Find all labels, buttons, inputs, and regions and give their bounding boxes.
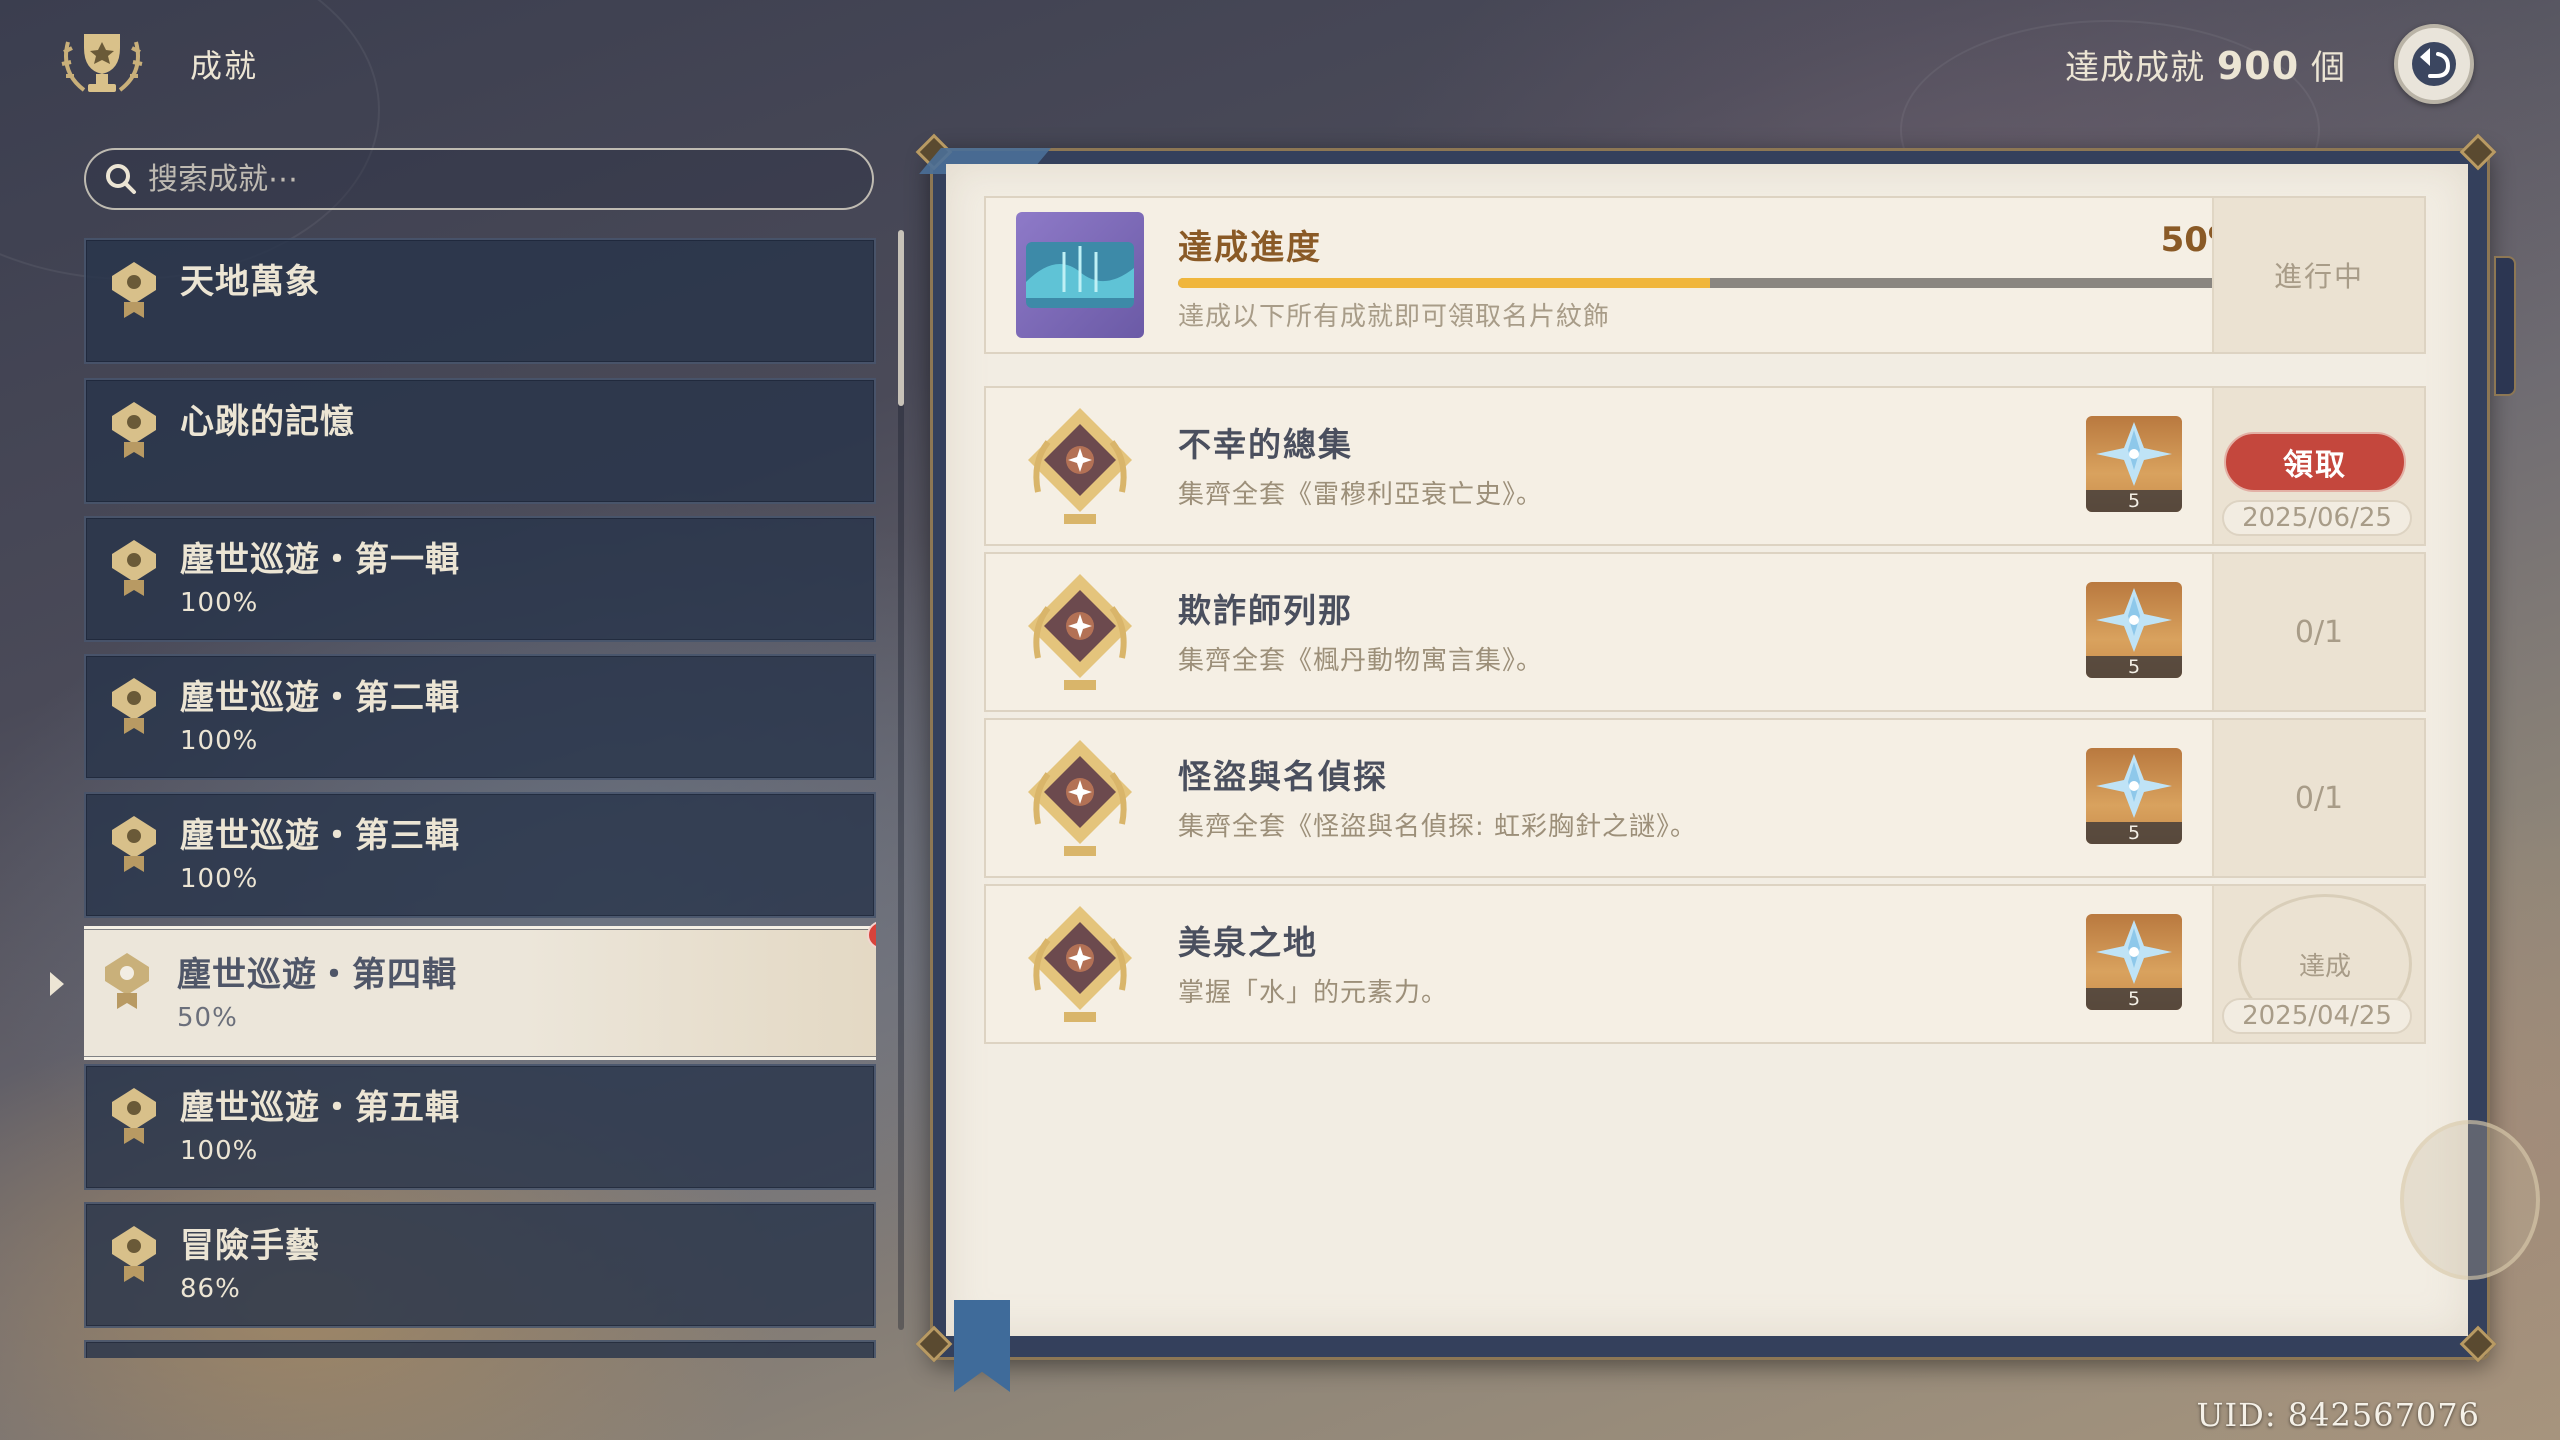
category-item[interactable]: 心跳的記憶 [84,378,876,504]
uid-label: UID: 842567076 [2196,1396,2480,1434]
primogem-icon [2096,920,2172,984]
progress-bar [1178,278,2242,288]
achievement-row: 美泉之地 掌握「水」的元素力。 5 達成 2025/04/25 [984,884,2426,1044]
category-medal-icon [105,953,149,1009]
achievement-row: 欺詐師列那 集齊全套《楓丹動物寓言集》。 5 0/1 [984,552,2426,712]
progress-title: 達成進度 [1178,228,1322,268]
achievement-medal-icon [1028,740,1132,856]
achievement-description: 掌握「水」的元素力。 [1178,978,1449,1008]
category-item-selected[interactable]: 塵世巡遊・第四輯 50% ! [84,921,876,1060]
achievement-medal-icon [1028,574,1132,690]
category-scrollbar-thumb[interactable] [898,230,904,406]
primogem-reward: 5 [2086,748,2182,844]
page-title: 成就 [190,47,259,85]
achievement-progress: 0/1 [2212,554,2424,710]
category-item[interactable]: 塵世巡遊・第一輯 100% [84,516,876,642]
back-button[interactable] [2394,24,2474,104]
category-percent: 86% [180,1274,241,1304]
book-side-tab [2494,256,2516,396]
category-item-partial[interactable] [84,1340,876,1358]
achievement-description: 集齊全套《雷穆利亞衰亡史》。 [1178,480,1544,510]
primogem-icon [2096,588,2172,652]
reward-quantity: 5 [2086,822,2182,844]
category-medal-icon [112,262,156,318]
page-header: 成就 [50,14,258,114]
claim-button[interactable]: 領取 [2224,432,2406,492]
category-item[interactable]: 塵世巡遊・第三輯 100% [84,792,876,918]
category-item[interactable]: 塵世巡遊・第五輯 100% [84,1064,876,1190]
search-bar[interactable] [84,148,874,210]
category-name: 心跳的記憶 [180,402,355,442]
achievement-progress: 0/1 [2212,720,2424,876]
achievement-title: 怪盜與名偵探 [1178,757,1388,796]
count-value: 900 [2216,43,2300,88]
category-name: 塵世巡遊・第五輯 [180,1088,460,1128]
achievement-title: 欺詐師列那 [1178,591,1353,630]
achievement-count: 達成成就 900 個 [2065,40,2346,89]
category-list[interactable]: 天地萬象 心跳的記憶 塵世巡遊・第一輯 100% 塵世巡遊・第二輯 100% 塵… [84,238,876,1358]
selection-arrow-icon [50,972,64,996]
count-prefix: 達成成就 [2065,47,2206,88]
namecard-art-icon [1026,242,1134,308]
category-percent: 100% [180,1136,259,1166]
category-name: 塵世巡遊・第三輯 [180,816,460,856]
category-percent: 100% [180,726,259,756]
namecard-thumbnail [1016,212,1144,338]
progress-description: 達成以下所有成就即可領取名片紋飾 [1178,302,1611,332]
return-arrow-icon [2412,42,2456,86]
category-percent: 100% [180,588,259,618]
achievement-title: 不幸的總集 [1178,425,1353,464]
primogem-icon [2096,754,2172,818]
progress-bar-fill [1178,278,1710,288]
reward-quantity: 5 [2086,490,2182,512]
category-percent: 50% [177,1003,238,1033]
primogem-reward: 5 [2086,582,2182,678]
category-item[interactable]: 冒險手藝 86% [84,1202,876,1328]
category-name: 塵世巡遊・第四輯 [177,955,457,995]
primogem-reward: 5 [2086,416,2182,512]
achievement-row: 不幸的總集 集齊全套《雷穆利亞衰亡史》。 5 領取 2025/06/25 [984,386,2426,546]
primogem-icon [2096,422,2172,486]
category-medal-icon [112,402,156,458]
achievement-medal-icon [1028,408,1132,524]
category-medal-icon [112,678,156,734]
progress-status: 進行中 [2212,198,2424,352]
category-percent: 100% [180,864,259,894]
category-medal-icon [112,1088,156,1144]
progress-row: 達成進度 50% 達成以下所有成就即可領取名片紋飾 進行中 [984,196,2426,354]
reward-quantity: 5 [2086,988,2182,1010]
category-name: 塵世巡遊・第二輯 [180,678,460,718]
category-name: 天地萬象 [180,262,320,302]
category-medal-icon [112,816,156,872]
achievement-description: 集齊全套《楓丹動物寓言集》。 [1178,646,1544,676]
achievement-title: 美泉之地 [1178,923,1318,962]
category-medal-icon [112,1226,156,1282]
achievement-medal-icon [1028,906,1132,1022]
achieved-date: 2025/04/25 [2222,998,2412,1034]
alert-badge: ! [867,921,876,949]
decorative-seal [2400,1120,2540,1280]
category-name: 塵世巡遊・第一輯 [180,540,460,580]
search-input[interactable] [148,161,848,197]
achievement-description: 集齊全套《怪盜與名偵探: 虹彩胸針之謎》。 [1178,812,1698,842]
count-suffix: 個 [2311,47,2346,88]
achieved-date: 2025/06/25 [2222,500,2412,536]
category-medal-icon [112,540,156,596]
header-right: 達成成就 900 個 [2065,22,2474,106]
reward-quantity: 5 [2086,656,2182,678]
achievement-row: 怪盜與名偵探 集齊全套《怪盜與名偵探: 虹彩胸針之謎》。 5 0/1 [984,718,2426,878]
search-icon [106,164,136,194]
primogem-reward: 5 [2086,914,2182,1010]
category-item[interactable]: 塵世巡遊・第二輯 100% [84,654,876,780]
category-name: 冒險手藝 [180,1226,320,1266]
category-item[interactable]: 天地萬象 [84,238,876,364]
bookmark-ribbon [954,1300,1010,1392]
trophy-icon [61,34,143,92]
